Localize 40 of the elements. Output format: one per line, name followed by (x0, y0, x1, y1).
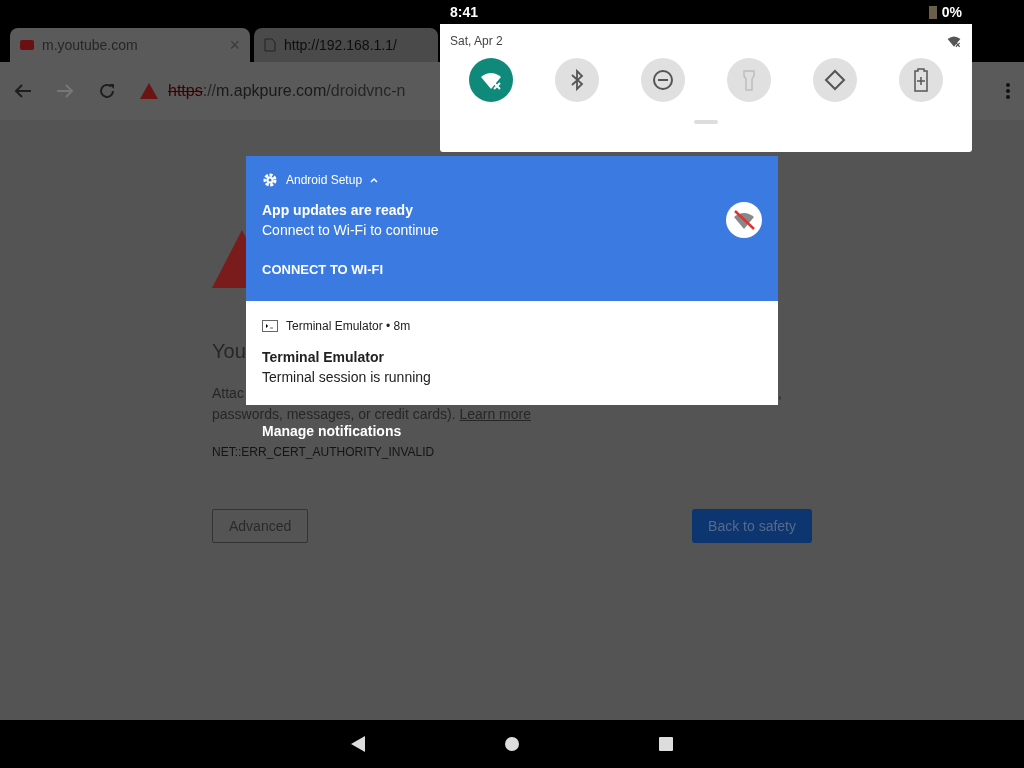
battery-icon (928, 5, 937, 19)
warning-icon (140, 83, 158, 99)
notification-card[interactable]: Terminal Emulator • 8m Terminal Emulator Terminal session is running (246, 301, 778, 405)
notification-title: Terminal Emulator (262, 349, 385, 365)
error-code: NET::ERR_CERT_AUTHORITY_INVALID (212, 445, 435, 459)
gear-icon (262, 172, 278, 188)
connect-wifi-button[interactable]: CONNECT TO WI-FI (262, 262, 384, 277)
notification-title: App updates are ready (262, 202, 414, 218)
date: Sat, Apr 2 (450, 34, 503, 48)
back-icon[interactable] (351, 736, 365, 752)
notification-text: Terminal session is running (262, 369, 432, 385)
collapse-icon[interactable] (370, 177, 379, 183)
quick-settings-tile[interactable] (469, 58, 513, 102)
notification-text: Connect to Wi-Fi to continue (262, 222, 439, 238)
wifi-off-icon (726, 202, 762, 238)
battery-level: 0% (941, 4, 962, 20)
quick-settings-tile[interactable] (641, 58, 685, 102)
notification-card[interactable]: Android Setup App updates are ready Connect to Wi-Fi to continue CONNECT TO WI-FI (246, 156, 778, 301)
page-text: , (778, 384, 782, 403)
flashlight-icon (743, 69, 755, 91)
close-tab-icon[interactable]: × (229, 34, 240, 56)
bluetooth-icon (570, 69, 584, 91)
home-icon[interactable] (505, 737, 519, 751)
drag-handle[interactable] (694, 120, 718, 124)
menu-icon[interactable] (1006, 83, 1010, 99)
app-name: Terminal Emulator • 8m (286, 319, 411, 333)
clock: 8:41 (450, 4, 479, 20)
quick-settings-tile[interactable] (813, 58, 857, 102)
document-icon (264, 38, 276, 52)
app-name: Android Setup (286, 173, 363, 187)
manage-notifications-link[interactable]: Manage notifications (262, 423, 402, 439)
back-to-safety-button[interactable]: Back to safety (692, 509, 812, 543)
battery-plus-icon (914, 68, 928, 92)
browser-tab[interactable]: http://192.168.1.1/ (254, 28, 438, 62)
reload-icon[interactable] (98, 82, 116, 100)
quick-settings-tile[interactable] (899, 58, 943, 102)
do-not-disturb-icon (652, 69, 674, 91)
wifi-off-icon (946, 34, 962, 48)
terminal-icon (262, 320, 278, 332)
quick-settings-tile[interactable] (555, 58, 599, 102)
